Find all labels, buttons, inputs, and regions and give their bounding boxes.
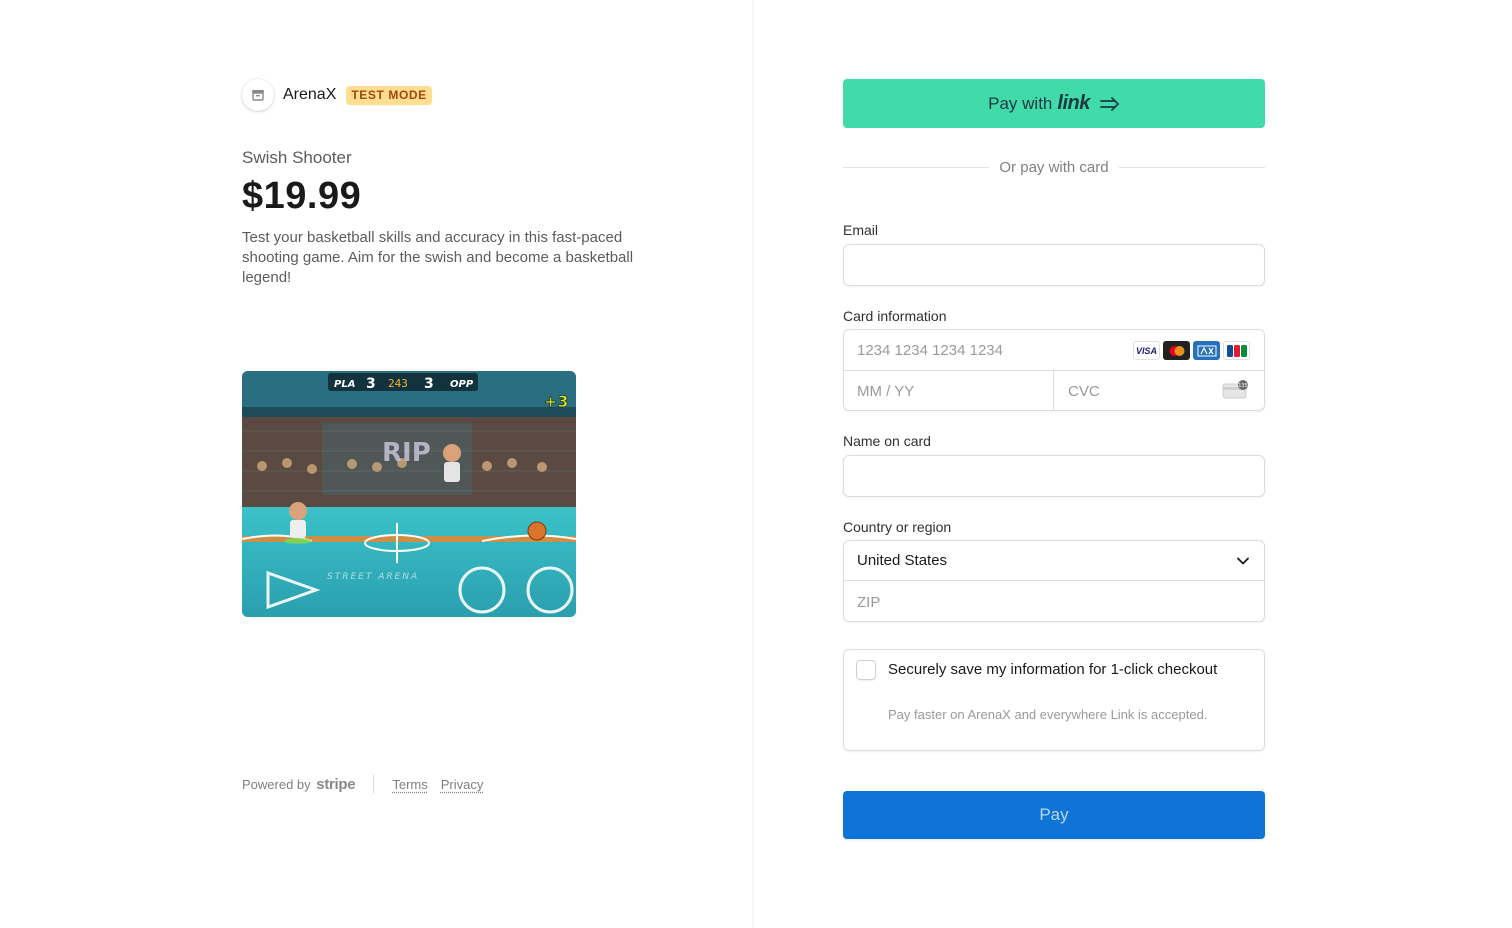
card-information-group: VISA 135 <box>843 329 1265 411</box>
email-field[interactable] <box>844 245 1264 285</box>
name-on-card-label: Name on card <box>843 433 931 449</box>
arrow-right-icon <box>1099 96 1120 111</box>
svg-text:OPP: OPP <box>450 379 474 390</box>
pay-with-link-button[interactable]: Pay with link <box>843 79 1265 128</box>
save-info-box: Securely save my information for 1-click… <box>843 649 1265 751</box>
or-pay-with-card-text: Or pay with card <box>999 159 1109 176</box>
svg-text:135: 135 <box>1238 383 1248 389</box>
save-info-checkbox[interactable] <box>856 660 876 680</box>
pay-button-label: Pay <box>1039 805 1069 824</box>
save-info-subtitle: Pay faster on ArenaX and everywhere Link… <box>888 707 1208 722</box>
email-label: Email <box>843 222 879 238</box>
merchant-header: ArenaX TEST MODE <box>242 79 432 111</box>
product-name: Swish Shooter <box>242 148 352 167</box>
pay-button[interactable]: Pay <box>843 791 1265 839</box>
footer-divider <box>373 774 375 794</box>
card-number-wrapper: VISA <box>844 330 1264 371</box>
footer: Powered by stripe Terms Privacy <box>242 774 496 794</box>
product-image: RIP PLA 3 243 3 OPP +3 STREET ARENA <box>242 371 576 617</box>
svg-text:3: 3 <box>366 376 376 392</box>
jcb-icon <box>1223 341 1250 360</box>
order-summary-panel: ArenaX TEST MODE Swish Shooter $19.99 Te… <box>0 0 754 928</box>
amex-icon <box>1193 341 1220 360</box>
card-brands: VISA <box>1133 341 1250 360</box>
mastercard-icon <box>1163 341 1190 360</box>
cvc-card-icon: 135 <box>1222 380 1250 405</box>
svg-text:STREET ARENA: STREET ARENA <box>327 572 419 582</box>
merchant-name: ArenaX <box>283 86 337 103</box>
terms-link[interactable]: Terms <box>392 777 427 792</box>
test-mode-badge: TEST MODE <box>346 85 432 105</box>
privacy-link[interactable]: Privacy <box>441 777 484 792</box>
save-info-title: Securely save my information for 1-click… <box>888 661 1218 678</box>
address-group: United States <box>843 540 1265 622</box>
country-label: Country or region <box>843 519 952 535</box>
name-on-card-input[interactable] <box>844 456 1264 496</box>
country-select[interactable]: United States <box>844 541 1264 581</box>
zip-wrapper <box>844 582 1264 621</box>
product-price: $19.99 <box>242 175 362 217</box>
payment-panel: Pay with link Or pay with card Email Car… <box>754 0 1512 928</box>
expiry-input[interactable] <box>844 371 1053 410</box>
svg-text:PLA: PLA <box>334 379 355 390</box>
card-information-label: Card information <box>843 308 947 324</box>
chevron-down-icon <box>1236 554 1250 572</box>
or-divider: Or pay with card <box>843 159 1265 176</box>
expiry-wrapper <box>844 371 1054 410</box>
svg-text:RIP: RIP <box>382 438 431 468</box>
cvc-wrapper: 135 <box>1055 371 1264 410</box>
svg-text:+3: +3 <box>544 392 569 411</box>
store-icon <box>242 79 274 111</box>
svg-text:243: 243 <box>388 377 408 390</box>
stripe-logo: stripe <box>316 775 356 793</box>
product-description: Test your basketball skills and accuracy… <box>242 229 634 286</box>
svg-text:3: 3 <box>424 376 434 392</box>
name-field-wrapper <box>843 455 1265 497</box>
country-value: United States <box>857 552 948 569</box>
email-field-wrapper <box>843 244 1265 286</box>
zip-input[interactable] <box>844 582 1264 621</box>
link-logo: link <box>1057 92 1090 114</box>
visa-icon: VISA <box>1133 341 1160 360</box>
powered-by-stripe[interactable]: Powered by stripe <box>242 775 356 793</box>
